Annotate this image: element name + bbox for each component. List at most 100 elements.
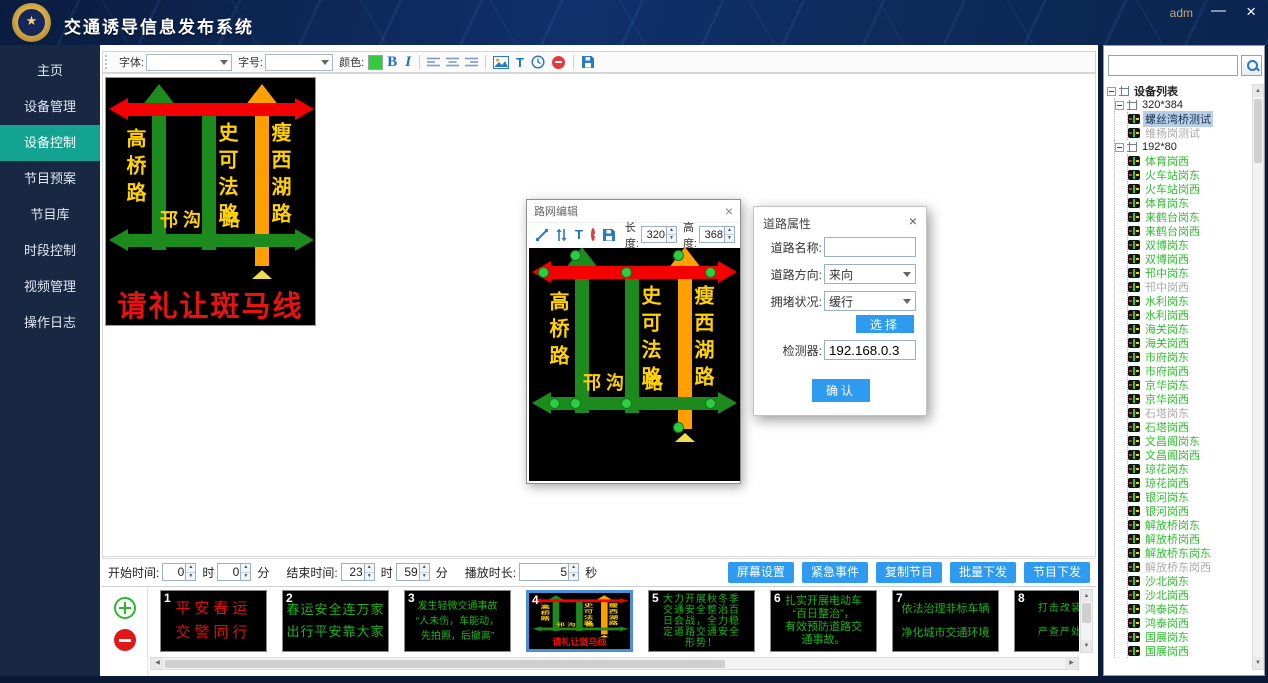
tree-device[interactable]: 来鹤台岗西 bbox=[1128, 224, 1251, 238]
tree-device[interactable]: 石塔岗西 bbox=[1128, 420, 1251, 434]
start-minute-input[interactable] bbox=[218, 564, 240, 580]
tree-device[interactable]: 鸿泰岗东 bbox=[1128, 602, 1251, 616]
action-button[interactable]: 批量下发 bbox=[950, 562, 1016, 583]
save-icon[interactable] bbox=[581, 55, 595, 69]
tree-device[interactable]: 邗中岗东 bbox=[1128, 266, 1251, 280]
sidebar-item[interactable]: 视频管理 bbox=[0, 269, 100, 305]
tree-device[interactable]: 沙北岗西 bbox=[1128, 588, 1251, 602]
playlist-item[interactable]: 3发生轻微交通事故“人未伤，车能动，先拍照，后撤离” bbox=[404, 590, 511, 652]
road-direction-select[interactable]: 来向 bbox=[824, 264, 916, 284]
action-button[interactable]: 紧急事件 bbox=[802, 562, 868, 583]
duration-input[interactable] bbox=[520, 564, 568, 580]
scroll-up-icon[interactable]: ▲ bbox=[1081, 590, 1092, 602]
size-select[interactable] bbox=[265, 54, 333, 71]
color-swatch[interactable] bbox=[368, 55, 383, 70]
tree-device[interactable]: 火车站岗东 bbox=[1128, 168, 1251, 182]
tree-device[interactable]: 水利岗东 bbox=[1128, 294, 1251, 308]
road-name-field[interactable] bbox=[824, 237, 916, 257]
spin-down-icon[interactable]: ▼ bbox=[667, 234, 676, 242]
tree-device[interactable]: 京华岗西 bbox=[1128, 392, 1251, 406]
sidebar-item[interactable]: 节目库 bbox=[0, 197, 100, 233]
road-node-dot[interactable] bbox=[621, 398, 632, 409]
tree-device[interactable]: 海关岗西 bbox=[1128, 336, 1251, 350]
start-minute-stepper[interactable]: ▲▼ bbox=[217, 563, 251, 581]
tree-device[interactable]: 文昌阁岗东 bbox=[1128, 434, 1251, 448]
spin-down-icon[interactable]: ▼ bbox=[569, 572, 578, 581]
tree-device[interactable]: 来鹤台岗东 bbox=[1128, 210, 1251, 224]
spin-down-icon[interactable]: ▼ bbox=[725, 234, 734, 242]
spin-up-icon[interactable]: ▲ bbox=[725, 227, 734, 234]
tree-group[interactable]: 192*80 bbox=[1115, 140, 1251, 154]
device-search-input[interactable] bbox=[1108, 55, 1238, 76]
tree-group[interactable]: 320*384 bbox=[1115, 98, 1251, 112]
tree-device[interactable]: 解放桥岗西 bbox=[1128, 532, 1251, 546]
clock-icon[interactable] bbox=[531, 55, 545, 69]
roadnet-canvas[interactable]: 高桥路史可法路瘦西湖路邗沟路 bbox=[529, 248, 740, 481]
image-icon[interactable] bbox=[493, 56, 509, 69]
tree-device[interactable]: 石塔岗东 bbox=[1128, 406, 1251, 420]
tree-device[interactable]: 银河岗西 bbox=[1128, 504, 1251, 518]
text-tool-icon[interactable]: T bbox=[516, 55, 524, 70]
spin-up-icon[interactable]: ▲ bbox=[420, 564, 429, 572]
tree-device[interactable]: 银河岗东 bbox=[1128, 490, 1251, 504]
sidebar-item[interactable]: 操作日志 bbox=[0, 305, 100, 341]
tree-device[interactable]: 沙北岗东 bbox=[1128, 574, 1251, 588]
arrows-icon[interactable] bbox=[555, 228, 568, 242]
tree-device[interactable]: 国展岗东 bbox=[1128, 630, 1251, 644]
close-icon[interactable]: × bbox=[1246, 2, 1256, 22]
playlist-item[interactable]: 1平安春运交警同行 bbox=[160, 590, 267, 652]
italic-button[interactable]: I bbox=[405, 55, 411, 70]
sign-preview[interactable]: 请礼让斑马线 高桥路史可法路瘦西湖路邗沟路 bbox=[105, 77, 316, 326]
align-center-icon[interactable] bbox=[446, 57, 459, 68]
tree-device[interactable]: 双博岗东 bbox=[1128, 238, 1251, 252]
sidebar-item[interactable]: 设备控制 bbox=[0, 125, 100, 161]
end-minute-stepper[interactable]: ▲▼ bbox=[396, 563, 430, 581]
tree-device[interactable]: 火车站岗西 bbox=[1128, 182, 1251, 196]
close-icon[interactable]: × bbox=[725, 203, 733, 219]
playlist-horizontal-scrollbar[interactable]: ◀ ▶ bbox=[150, 657, 1079, 670]
height-stepper[interactable]: ▲▼ bbox=[699, 226, 735, 243]
add-program-button[interactable] bbox=[114, 597, 136, 619]
tree-device[interactable]: 体育岗东 bbox=[1128, 196, 1251, 210]
tree-device[interactable]: 螺丝湾桥测试 bbox=[1128, 112, 1251, 126]
tree-device[interactable]: 解放桥岗东 bbox=[1128, 518, 1251, 532]
tree-device[interactable]: 邗中岗西 bbox=[1128, 280, 1251, 294]
tree-device[interactable]: 解放桥东岗西 bbox=[1128, 560, 1251, 574]
start-hour-input[interactable] bbox=[163, 564, 185, 580]
scroll-up-icon[interactable]: ▲ bbox=[1253, 85, 1263, 97]
search-button[interactable] bbox=[1241, 55, 1262, 76]
road-node-dot[interactable] bbox=[673, 422, 684, 433]
road-node-dot[interactable] bbox=[570, 250, 581, 261]
duration-stepper[interactable]: ▲▼ bbox=[519, 563, 579, 581]
select-button[interactable]: 选择 bbox=[856, 315, 914, 333]
minimize-icon[interactable]: — bbox=[1211, 2, 1226, 19]
road-node-dot[interactable] bbox=[673, 250, 684, 261]
tree-root[interactable]: 设备列表 bbox=[1107, 84, 1251, 98]
tree-device[interactable]: 琼花岗东 bbox=[1128, 462, 1251, 476]
spin-down-icon[interactable]: ▼ bbox=[365, 572, 374, 581]
save-icon[interactable] bbox=[602, 228, 616, 242]
height-input[interactable] bbox=[700, 227, 724, 242]
scrollbar-thumb[interactable] bbox=[1082, 603, 1091, 623]
scroll-left-icon[interactable]: ◀ bbox=[151, 658, 164, 669]
spin-down-icon[interactable]: ▼ bbox=[186, 572, 195, 581]
playlist-item[interactable]: 8打击改装“炸严查严处“机 bbox=[1014, 590, 1079, 652]
tree-scrollbar[interactable]: ▲ ▼ bbox=[1252, 84, 1264, 670]
spin-up-icon[interactable]: ▲ bbox=[667, 227, 676, 234]
playlist-item[interactable]: 6扎实开展电动车“百日整治”，有效预防道路交通事故。 bbox=[770, 590, 877, 652]
tree-device[interactable]: 海关岗东 bbox=[1128, 322, 1251, 336]
tree-device[interactable]: 京华岗东 bbox=[1128, 378, 1251, 392]
length-input[interactable] bbox=[642, 227, 666, 242]
tree-device[interactable]: 文昌阁岗西 bbox=[1128, 448, 1251, 462]
sidebar-item[interactable]: 节目预案 bbox=[0, 161, 100, 197]
draw-line-icon[interactable] bbox=[535, 228, 549, 242]
tree-device[interactable]: 市府岗东 bbox=[1128, 350, 1251, 364]
playlist-vertical-scrollbar[interactable]: ▲ ▼ bbox=[1080, 589, 1093, 653]
bold-button[interactable]: B bbox=[387, 55, 397, 70]
collapse-icon[interactable] bbox=[1115, 101, 1124, 110]
tree-device[interactable]: 市府岗西 bbox=[1128, 364, 1251, 378]
spin-up-icon[interactable]: ▲ bbox=[365, 564, 374, 572]
spin-up-icon[interactable]: ▲ bbox=[241, 564, 250, 572]
scrollbar-thumb[interactable] bbox=[165, 660, 725, 668]
playlist-item[interactable]: 4高桥路史可法路瘦西湖路邗沟路请礼让斑马线 bbox=[526, 590, 633, 652]
